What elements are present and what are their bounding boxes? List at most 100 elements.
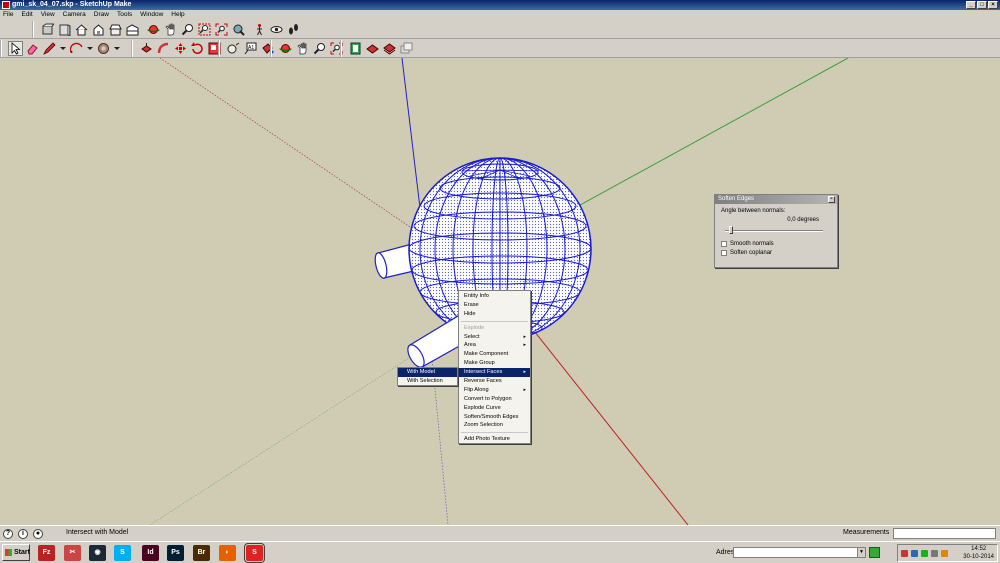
soften-coplanar-checkbox[interactable]	[721, 249, 727, 256]
house-open-icon[interactable]	[108, 22, 123, 37]
menu-draw[interactable]: Draw	[94, 10, 109, 20]
views-toolbar	[32, 21, 304, 38]
menu-window[interactable]: Window	[140, 10, 163, 20]
extension-icon[interactable]	[382, 41, 397, 56]
menu-item-select[interactable]: Select ▸	[459, 333, 530, 342]
menu-item-add-photo-texture[interactable]: Add Photo Texture	[459, 435, 530, 444]
pencil-dropdown-icon[interactable]	[59, 41, 67, 56]
menu-item-flip-along[interactable]: Flip Along ▸	[459, 386, 530, 395]
flag-icon[interactable]	[901, 550, 908, 557]
firefox-icon[interactable]: ◐	[219, 545, 236, 561]
measurements-input[interactable]	[893, 528, 996, 539]
zoom-icon-2[interactable]	[312, 41, 327, 56]
menu-help[interactable]: Help	[171, 10, 184, 20]
address-input[interactable]: ▼	[733, 547, 866, 558]
soften-coplanar-row[interactable]: Soften coplanar	[721, 248, 831, 257]
tape-measure-icon[interactable]	[96, 41, 111, 56]
start-button[interactable]: Start	[2, 544, 30, 561]
minimize-button[interactable]: _	[966, 1, 976, 9]
position-camera-icon[interactable]	[231, 22, 246, 37]
select-arrow-icon[interactable]	[8, 41, 23, 56]
tape-dropdown-icon[interactable]	[113, 41, 121, 56]
filezilla-icon[interactable]: Fz	[38, 545, 55, 561]
eraser-icon[interactable]	[25, 41, 40, 56]
maximize-button[interactable]: □	[977, 1, 987, 9]
menu-item-hide[interactable]: Hide	[459, 310, 530, 319]
house-side-icon[interactable]	[125, 22, 140, 37]
zoom-icon[interactable]	[180, 22, 195, 37]
close-button[interactable]: ×	[988, 1, 998, 9]
rotate-icon[interactable]	[190, 41, 205, 56]
share-icon[interactable]	[399, 41, 414, 56]
photoshop-icon[interactable]: Ps	[167, 545, 184, 561]
steam-icon[interactable]: ◉	[89, 545, 106, 561]
menu-item-convert-to-polygon[interactable]: Convert to Polygon	[459, 395, 530, 404]
pencil-icon[interactable]	[42, 41, 57, 56]
menu-item-intersect-faces[interactable]: Intersect Faces ▸	[459, 368, 530, 378]
chevron-down-icon[interactable]: ▼	[857, 548, 865, 557]
skype-icon[interactable]: S	[114, 545, 131, 561]
submenu-item-with-model[interactable]: With Model	[398, 368, 457, 377]
menu-item-explode-curve[interactable]: Explode Curve	[459, 404, 530, 413]
indesign-icon[interactable]: Id	[142, 545, 159, 561]
user-icon[interactable]: ●	[33, 529, 43, 539]
submenu-item-with-selection[interactable]: With Selection	[398, 377, 457, 386]
arc-icon[interactable]	[69, 41, 84, 56]
walk-icon[interactable]	[252, 22, 267, 37]
menu-item-make-component[interactable]: Make Component	[459, 350, 530, 359]
angle-value: 0,0 degrees	[787, 217, 819, 223]
components-icon[interactable]	[40, 22, 55, 37]
home-icon[interactable]	[74, 22, 89, 37]
footprints-icon[interactable]	[286, 22, 301, 37]
slider-thumb[interactable]	[729, 226, 733, 234]
arc-dropdown-icon[interactable]	[86, 41, 94, 56]
sketchup-icon[interactable]: S	[244, 543, 265, 563]
pan-icon-2[interactable]	[295, 41, 310, 56]
dimension-icon[interactable]	[226, 41, 241, 56]
previous-view-icon[interactable]	[348, 41, 363, 56]
menu-item-soften-smooth-edges[interactable]: Soften/Smooth Edges	[459, 413, 530, 422]
house-front-icon[interactable]	[91, 22, 106, 37]
orbit-icon[interactable]	[146, 22, 161, 37]
menu-item-label: Select	[464, 333, 480, 340]
menu-item-entity-info[interactable]: Entity Info	[459, 292, 530, 301]
go-arrow-icon[interactable]	[869, 547, 880, 558]
menu-file[interactable]: File	[3, 10, 13, 20]
menu-item-reverse-faces[interactable]: Reverse Faces	[459, 377, 530, 386]
smooth-normals-row[interactable]: Smooth normals	[721, 239, 831, 248]
menu-camera[interactable]: Camera	[63, 10, 86, 20]
angle-slider[interactable]	[721, 226, 831, 235]
materials-icon[interactable]	[57, 22, 72, 37]
dialog-title-bar[interactable]: Soften Edges ×	[715, 195, 837, 204]
snipping-tool-icon[interactable]: ✂	[64, 545, 81, 561]
menu-item-label: Intersect Faces	[464, 369, 503, 376]
menu-item-area[interactable]: Area ▸	[459, 341, 530, 350]
volume-icon[interactable]	[931, 550, 938, 557]
bridge-icon[interactable]: Br	[193, 545, 210, 561]
update-icon[interactable]	[941, 550, 948, 557]
orbit-icon-2[interactable]	[278, 41, 293, 56]
move-icon[interactable]	[173, 41, 188, 56]
dialog-close-icon[interactable]: ×	[828, 196, 835, 203]
menu-item-make-group[interactable]: Make Group	[459, 359, 530, 368]
push-pull-icon[interactable]	[139, 41, 154, 56]
menu-item-erase[interactable]: Erase	[459, 301, 530, 310]
network-icon[interactable]	[911, 550, 918, 557]
menu-edit[interactable]: Edit	[21, 10, 32, 20]
window-controls: _ □ ×	[966, 1, 998, 9]
pan-icon[interactable]	[163, 22, 178, 37]
smooth-normals-checkbox[interactable]	[721, 240, 727, 247]
clock[interactable]: 14:52 30-10-2014	[963, 546, 994, 561]
shield-icon[interactable]	[921, 550, 928, 557]
info-icon[interactable]: i	[18, 529, 28, 539]
zoom-window-icon[interactable]	[197, 22, 212, 37]
menu-view[interactable]: View	[41, 10, 55, 20]
warehouse-icon[interactable]	[365, 41, 380, 56]
help-icon[interactable]: ?	[3, 529, 13, 539]
follow-me-icon[interactable]	[156, 41, 171, 56]
menu-item-zoom-selection[interactable]: Zoom Selection	[459, 421, 530, 430]
zoom-extents-icon[interactable]	[214, 22, 229, 37]
text-icon[interactable]: A1	[243, 41, 258, 56]
menu-tools[interactable]: Tools	[117, 10, 132, 20]
look-around-icon[interactable]	[269, 22, 284, 37]
